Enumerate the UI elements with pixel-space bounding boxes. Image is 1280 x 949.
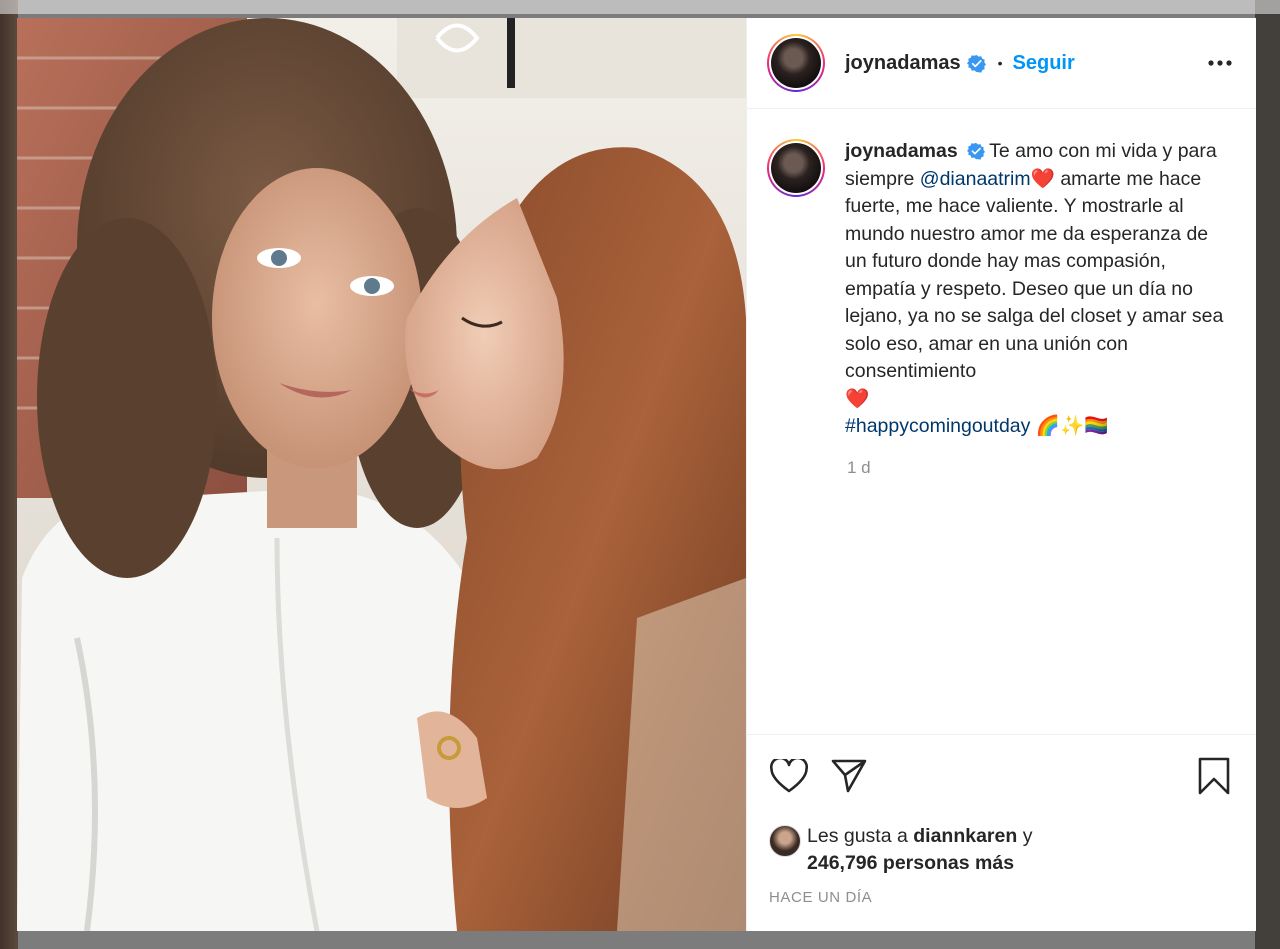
heart-icon (770, 759, 808, 793)
caption-text: joynadamas Te amo con mi vida y para sie… (845, 138, 1225, 441)
likes-connector: y (1022, 825, 1033, 847)
caption-row: joynadamas Te amo con mi vida y para sie… (767, 139, 1236, 441)
emoji-group: 🌈✨🏳️‍🌈 (1035, 415, 1109, 437)
post-side-panel: joynadamas • Seguir joynadamas Te amo co… (746, 18, 1256, 931)
heart-emoji: ❤️ (845, 387, 870, 410)
save-button[interactable] (1194, 756, 1234, 796)
verified-badge-icon (967, 142, 986, 160)
caption-author-avatar[interactable] (767, 139, 825, 197)
like-button[interactable] (769, 756, 809, 796)
likes-prefix: Les gusta a (807, 825, 908, 847)
likes-text: Les gusta a diannkaren y 246,796 persona… (807, 823, 1032, 877)
post-modal: joynadamas • Seguir joynadamas Te amo co… (17, 18, 1256, 931)
likes-count[interactable]: 246,796 personas más (807, 852, 1014, 874)
caption-part2: amarte me hace fuerte, me hace valiente.… (845, 167, 1224, 383)
more-options-button[interactable] (1206, 49, 1234, 77)
mention-link[interactable]: @dianaatrim (920, 168, 1031, 190)
author-username[interactable]: joynadamas (845, 52, 961, 75)
action-icons-row (769, 751, 1234, 801)
share-button[interactable] (829, 756, 869, 796)
actions-section: Les gusta a diannkaren y 246,796 persona… (747, 734, 1256, 931)
bookmark-icon (1198, 757, 1230, 795)
header-separator: • (997, 55, 1003, 71)
caption-username[interactable]: joynadamas (845, 140, 958, 162)
author-avatar[interactable] (767, 34, 825, 92)
caption-area: joynadamas Te amo con mi vida y para sie… (747, 109, 1256, 734)
post-header: joynadamas • Seguir (747, 18, 1256, 109)
avatar-image (771, 143, 821, 193)
avatar-image (771, 38, 821, 88)
photo-illustration (17, 18, 746, 931)
follow-button[interactable]: Seguir (1013, 52, 1075, 75)
likes-row: Les gusta a diannkaren y 246,796 persona… (769, 823, 1234, 877)
liker-avatar[interactable] (769, 825, 801, 857)
verified-badge-icon (966, 54, 986, 73)
hashtag-link[interactable]: #happycomingoutday (845, 415, 1030, 437)
post-timestamp[interactable]: HACE UN DÍA (769, 889, 1234, 906)
paper-plane-icon (831, 759, 867, 793)
more-options-icon (1208, 60, 1232, 66)
caption-timestamp[interactable]: 1 d (847, 458, 1236, 478)
post-photo[interactable] (17, 18, 746, 931)
liker-username[interactable]: diannkaren (913, 825, 1017, 847)
heart-emoji: ❤️ (1030, 167, 1055, 190)
